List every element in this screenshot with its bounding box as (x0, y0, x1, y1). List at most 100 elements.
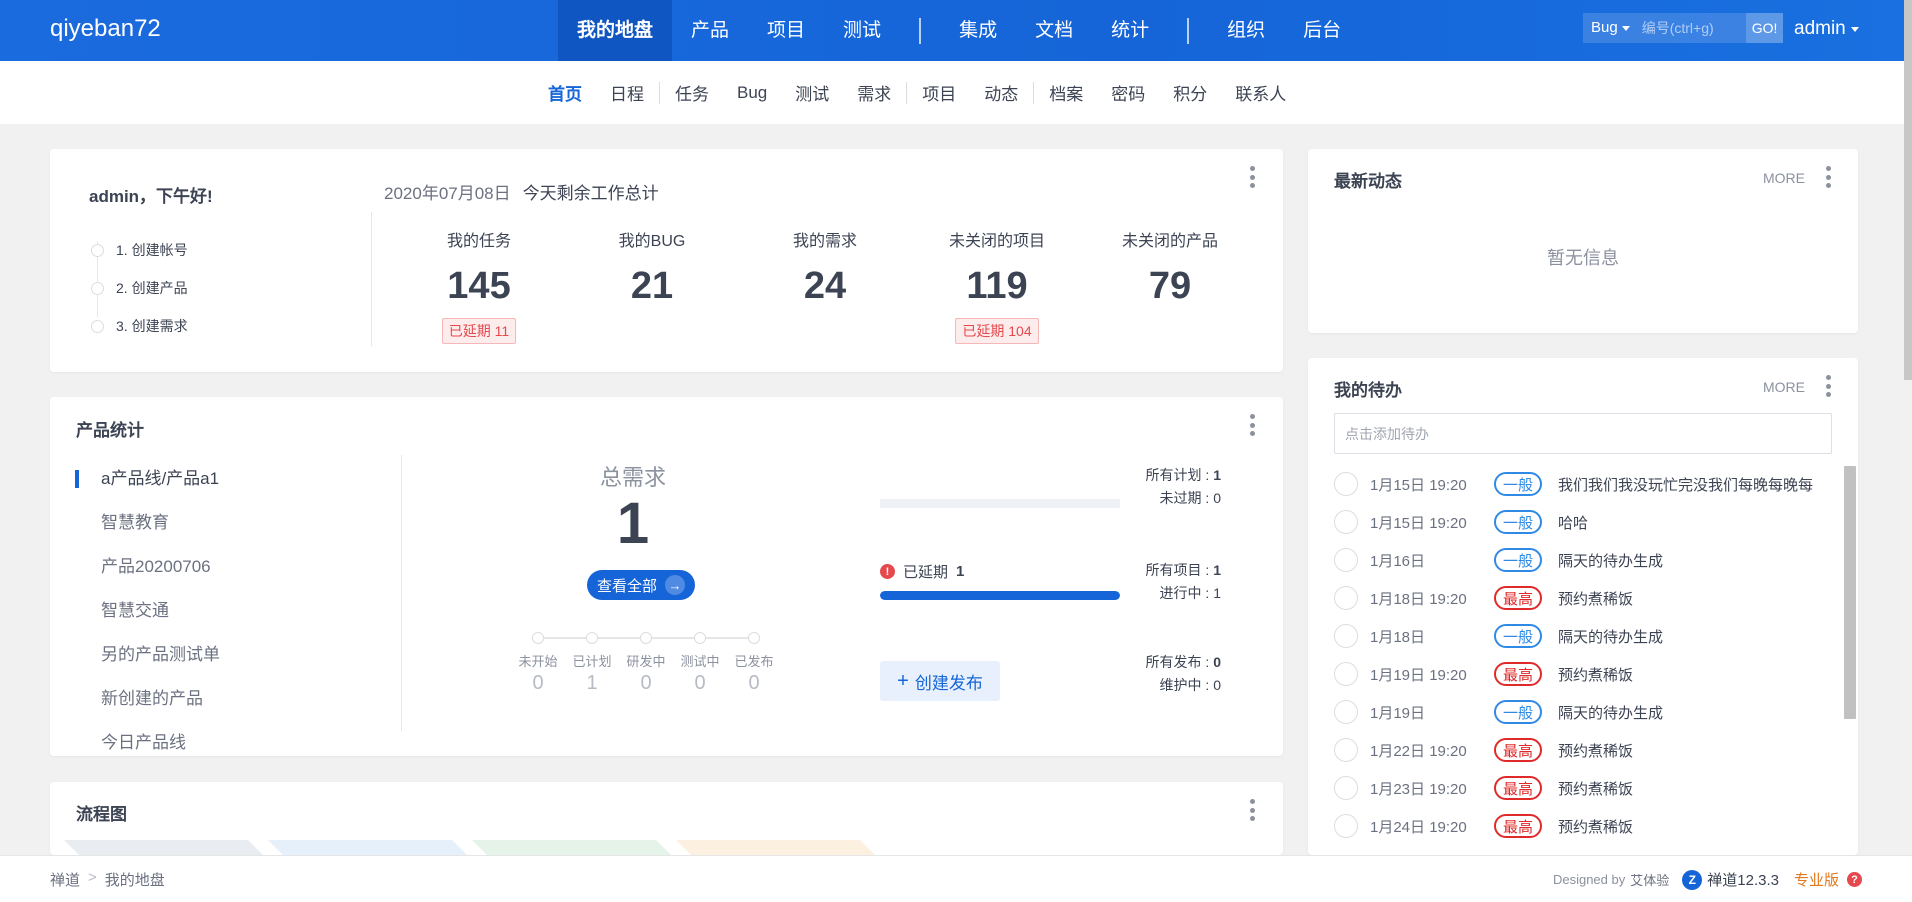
todo-title[interactable]: 我们我们我没玩忙完没我们每晚每晚每 (1558, 474, 1813, 495)
stat-label: 未关闭的项目 (948, 233, 1045, 250)
more-link[interactable]: MORE (1763, 170, 1805, 186)
more-actions-icon[interactable] (1249, 799, 1255, 821)
todo-item[interactable]: 1月19日 19:20 最高 预约煮稀饭 (1334, 655, 1839, 693)
nav-doc[interactable]: 文档 (1016, 0, 1092, 61)
todo-checkbox[interactable] (1334, 814, 1358, 838)
nav-ci[interactable]: 集成 (940, 0, 1016, 61)
subnav-calendar[interactable]: 日程 (596, 80, 658, 105)
flow-label: 已计划 (572, 654, 612, 669)
subnav-story[interactable]: 需求 (843, 80, 905, 105)
product-item[interactable]: a产品线/产品a1 (50, 457, 401, 501)
todo-title[interactable]: 预约煮稀饭 (1558, 778, 1633, 799)
nav-product[interactable]: 产品 (672, 0, 748, 61)
more-link[interactable]: MORE (1763, 379, 1805, 395)
todo-title[interactable]: 预约煮稀饭 (1558, 740, 1633, 761)
todo-checkbox[interactable] (1334, 624, 1358, 648)
todo-item[interactable]: 1月18日 19:20 最高 预约煮稀饭 (1334, 579, 1839, 617)
nav-my[interactable]: 我的地盘 (558, 0, 673, 61)
todo-checkbox[interactable] (1334, 738, 1358, 762)
more-actions-icon[interactable] (1249, 166, 1255, 188)
user-menu[interactable]: admin (1794, 18, 1859, 40)
step-create-account[interactable]: 1. 创建帐号 (91, 231, 188, 269)
stat-open-products[interactable]: 未关闭的产品 79 (1090, 227, 1250, 308)
subnav-index[interactable]: 首页 (534, 80, 596, 105)
todo-title[interactable]: 预约煮稀饭 (1558, 816, 1633, 837)
todo-scrollbar[interactable] (1844, 466, 1856, 719)
subnav-project[interactable]: 项目 (908, 80, 970, 105)
nav-report[interactable]: 统计 (1092, 0, 1168, 61)
edition-link[interactable]: 专业版 (1794, 869, 1839, 890)
todo-checkbox[interactable] (1334, 586, 1358, 610)
todo-checkbox[interactable] (1334, 472, 1358, 496)
stat-open-projects[interactable]: 未关闭的项目 119 已延期 104 (917, 227, 1077, 344)
page-scrollbar[interactable] (1904, 0, 1912, 380)
subnav-dynamic[interactable]: 动态 (970, 80, 1032, 105)
product-item[interactable]: 产品20200706 (50, 545, 401, 589)
product-item[interactable]: 智慧教育 (50, 501, 401, 545)
subnav-contacts[interactable]: 联系人 (1221, 80, 1300, 105)
add-todo-input[interactable] (1334, 413, 1832, 454)
sub-nav: 首页 日程 任务 Bug 测试 需求 项目 动态 档案 密码 积分 联系人 (0, 61, 1912, 124)
stat-my-bugs[interactable]: 我的BUG 21 (572, 227, 732, 308)
guide-steps: 1. 创建帐号 2. 创建产品 3. 创建需求 (91, 231, 188, 345)
todo-checkbox[interactable] (1334, 776, 1358, 800)
stat-my-stories[interactable]: 我的需求 24 (745, 227, 905, 308)
subnav-score[interactable]: 积分 (1159, 80, 1221, 105)
empty-message: 暂无信息 (1547, 248, 1619, 268)
designer-link[interactable]: 艾体验 (1630, 870, 1669, 889)
nav-admin[interactable]: 后台 (1284, 0, 1360, 61)
more-actions-icon[interactable] (1825, 375, 1831, 397)
todo-list: 1月15日 19:20 一般 我们我们我没玩忙完没我们每晚每晚每 1月15日 19:… (1334, 465, 1839, 855)
nav-company[interactable]: 组织 (1208, 0, 1284, 61)
todo-item[interactable]: 1月22日 19:20 最高 预约煮稀饭 (1334, 731, 1839, 769)
product-item[interactable]: 新创建的产品 (50, 677, 401, 721)
todo-title[interactable]: 哈哈 (1558, 512, 1588, 533)
stat-my-tasks[interactable]: 我的任务 145 已延期 11 (399, 227, 559, 344)
all-projects-label: 所有项目 : (1145, 562, 1214, 578)
todo-title[interactable]: 隔天的待办生成 (1558, 626, 1663, 647)
todo-item[interactable]: 1月18日 一般 隔天的待办生成 (1334, 617, 1839, 655)
search-type-select[interactable]: Bug (1583, 13, 1636, 43)
brand-name[interactable]: qiyeban72 (50, 15, 161, 43)
nav-qa[interactable]: 测试 (824, 0, 900, 61)
step-create-story[interactable]: 3. 创建需求 (91, 307, 188, 345)
product-item[interactable]: 智慧交通 (50, 589, 401, 633)
greeting: admin，下午好! (89, 187, 213, 206)
todo-checkbox[interactable] (1334, 662, 1358, 686)
total-stories-label: 总需求 (599, 465, 666, 490)
nav-project[interactable]: 项目 (748, 0, 824, 61)
question-icon[interactable]: ? (1847, 872, 1862, 887)
todo-item[interactable]: 1月16日 一般 隔天的待办生成 (1334, 541, 1839, 579)
view-all-button[interactable]: 查看全部 → (587, 570, 695, 600)
todo-title[interactable]: 隔天的待办生成 (1558, 550, 1663, 571)
product-item[interactable]: 另的产品测试单 (50, 633, 401, 677)
todo-title[interactable]: 隔天的待办生成 (1558, 702, 1663, 723)
todo-item[interactable]: 1月15日 19:20 一般 哈哈 (1334, 503, 1839, 541)
subnav-password[interactable]: 密码 (1097, 80, 1159, 105)
subnav-bug[interactable]: Bug (723, 83, 781, 103)
subnav-testcase[interactable]: 测试 (781, 80, 843, 105)
breadcrumb-current[interactable]: 我的地盘 (105, 869, 165, 890)
all-projects-value: 1 (1213, 562, 1221, 578)
todo-checkbox[interactable] (1334, 510, 1358, 534)
breadcrumb-home[interactable]: 禅道 (50, 869, 80, 890)
more-actions-icon[interactable] (1825, 166, 1831, 188)
todo-checkbox[interactable] (1334, 700, 1358, 724)
todo-checkbox[interactable] (1334, 548, 1358, 572)
create-release-button[interactable]: + 创建发布 (880, 661, 1000, 701)
search-go-button[interactable]: GO! (1745, 13, 1784, 43)
todo-title[interactable]: 预约煮稀饭 (1558, 664, 1633, 685)
product-item[interactable]: 今日产品线 (50, 721, 401, 756)
todo-item[interactable]: 1月15日 19:20 一般 我们我们我没玩忙完没我们每晚每晚每 (1334, 465, 1839, 503)
overdue-badge: 已延期 104 (955, 318, 1039, 344)
todo-title[interactable]: 预约煮稀饭 (1558, 588, 1633, 609)
subnav-profile[interactable]: 档案 (1035, 80, 1097, 105)
version-link[interactable]: 禅道12.3.3 (1707, 869, 1779, 890)
more-actions-icon[interactable] (1249, 414, 1255, 436)
subnav-task[interactable]: 任务 (661, 80, 723, 105)
step-create-product[interactable]: 2. 创建产品 (91, 269, 188, 307)
todo-item[interactable]: 1月23日 19:20 最高 预约煮稀饭 (1334, 769, 1839, 807)
todo-item[interactable]: 1月19日 一般 隔天的待办生成 (1334, 693, 1839, 731)
search-input[interactable] (1635, 13, 1746, 43)
todo-item[interactable]: 1月24日 19:20 最高 预约煮稀饭 (1334, 807, 1839, 845)
